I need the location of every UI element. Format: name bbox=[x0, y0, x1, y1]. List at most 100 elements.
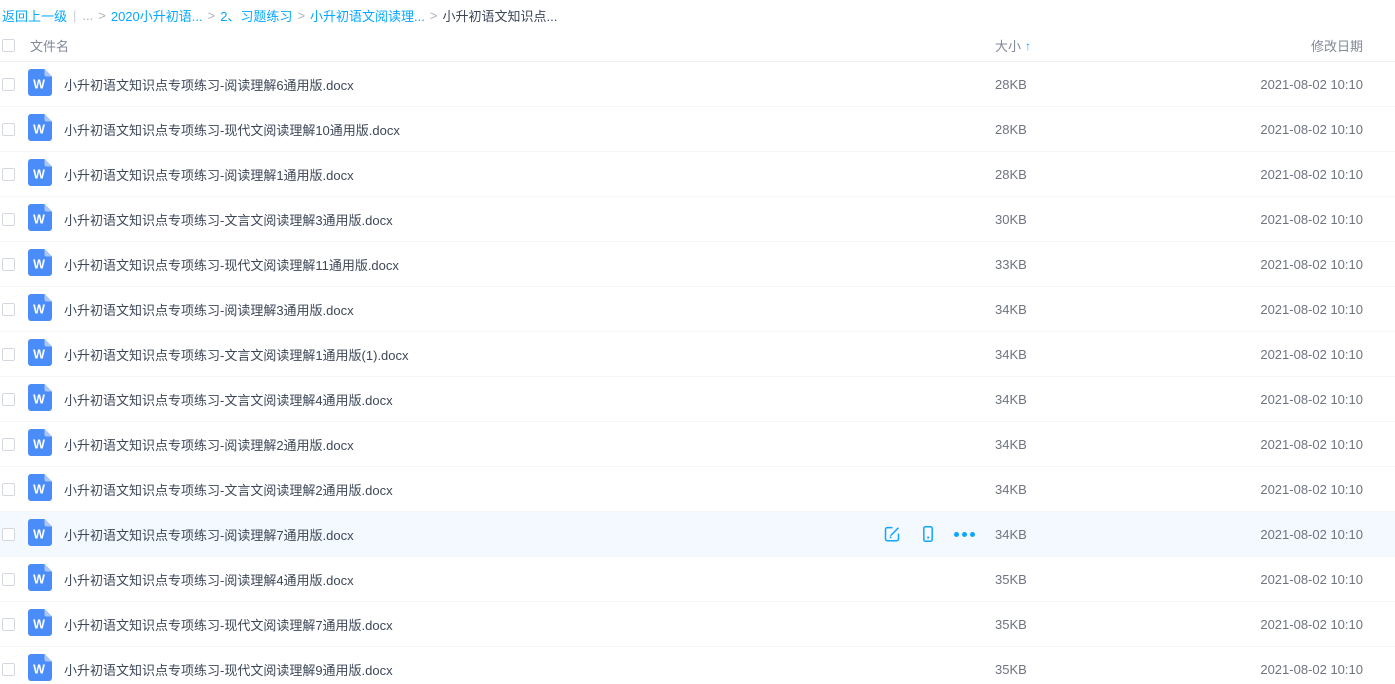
file-name[interactable]: 小升初语文知识点专项练习-文言文阅读理解4通用版.docx bbox=[64, 390, 393, 409]
row-checkbox[interactable] bbox=[2, 438, 15, 451]
file-name[interactable]: 小升初语文知识点专项练习-文言文阅读理解2通用版.docx bbox=[64, 480, 393, 499]
word-doc-icon: W bbox=[28, 249, 52, 279]
file-size: 34KB bbox=[995, 392, 1027, 407]
file-name[interactable]: 小升初语文知识点专项练习-文言文阅读理解1通用版(1).docx bbox=[64, 345, 409, 364]
file-row[interactable]: W 小升初语文知识点专项练习-文言文阅读理解1通用版(1).docx bbox=[0, 332, 1395, 377]
word-doc-icon: W bbox=[28, 654, 52, 684]
file-row[interactable]: W 小升初语文知识点专项练习-阅读理解6通用版.docx bbox=[0, 62, 1395, 107]
row-checkbox[interactable] bbox=[2, 618, 15, 631]
file-size: 28KB bbox=[995, 122, 1027, 137]
file-name[interactable]: 小升初语文知识点专项练习-阅读理解1通用版.docx bbox=[64, 165, 354, 184]
row-checkbox[interactable] bbox=[2, 483, 15, 496]
row-checkbox[interactable] bbox=[2, 393, 15, 406]
file-name[interactable]: 小升初语文知识点专项练习-现代文阅读理解9通用版.docx bbox=[64, 660, 393, 679]
file-row[interactable]: W 小升初语文知识点专项练习-阅读理解2通用版.docx bbox=[0, 422, 1395, 467]
breadcrumb-separator: > bbox=[430, 8, 438, 23]
file-modified-date: 2021-08-02 10:10 bbox=[1260, 122, 1363, 137]
column-header-date[interactable]: 修改日期 bbox=[1110, 36, 1395, 55]
file-row[interactable]: W 小升初语文知识点专项练习-阅读理解3通用版.docx bbox=[0, 287, 1395, 332]
row-checkbox[interactable] bbox=[2, 663, 15, 676]
breadcrumb-back-link[interactable]: 返回上一级 bbox=[2, 6, 67, 25]
select-all-checkbox[interactable] bbox=[2, 39, 15, 52]
sort-ascending-icon: ↑ bbox=[1025, 39, 1031, 53]
file-list: W 小升初语文知识点专项练习-阅读理解6通用版.docx bbox=[0, 62, 1395, 684]
file-modified-date: 2021-08-02 10:10 bbox=[1260, 77, 1363, 92]
svg-text:W: W bbox=[33, 258, 45, 272]
file-row[interactable]: W 小升初语文知识点专项练习-现代文阅读理解11通用版.docx bbox=[0, 242, 1395, 287]
file-name[interactable]: 小升初语文知识点专项练习-阅读理解2通用版.docx bbox=[64, 435, 354, 454]
svg-text:W: W bbox=[33, 303, 45, 317]
file-row[interactable]: W 小升初语文知识点专项练习-文言文阅读理解4通用版.docx bbox=[0, 377, 1395, 422]
row-checkbox[interactable] bbox=[2, 123, 15, 136]
svg-text:W: W bbox=[33, 438, 45, 452]
file-size: 33KB bbox=[995, 257, 1027, 272]
file-row[interactable]: W 小升初语文知识点专项练习-阅读理解7通用版.docx bbox=[0, 512, 1395, 557]
row-checkbox[interactable] bbox=[2, 573, 15, 586]
file-size: 35KB bbox=[995, 662, 1027, 677]
column-header-size[interactable]: 大小 ↑ bbox=[995, 36, 1110, 55]
file-name[interactable]: 小升初语文知识点专项练习-阅读理解4通用版.docx bbox=[64, 570, 354, 589]
row-checkbox[interactable] bbox=[2, 213, 15, 226]
file-size: 28KB bbox=[995, 77, 1027, 92]
file-name[interactable]: 小升初语文知识点专项练习-文言文阅读理解3通用版.docx bbox=[64, 210, 393, 229]
word-doc-icon: W bbox=[28, 519, 52, 549]
file-name[interactable]: 小升初语文知识点专项练习-现代文阅读理解10通用版.docx bbox=[64, 120, 400, 139]
file-size: 34KB bbox=[995, 347, 1027, 362]
svg-text:W: W bbox=[33, 393, 45, 407]
file-modified-date: 2021-08-02 10:10 bbox=[1260, 572, 1363, 587]
word-doc-icon: W bbox=[28, 69, 52, 99]
svg-text:W: W bbox=[33, 483, 45, 497]
file-name[interactable]: 小升初语文知识点专项练习-阅读理解7通用版.docx bbox=[64, 525, 354, 544]
file-size: 34KB bbox=[995, 302, 1027, 317]
word-doc-icon: W bbox=[28, 384, 52, 414]
file-row[interactable]: W 小升初语文知识点专项练习-现代文阅读理解7通用版.docx bbox=[0, 602, 1395, 647]
row-checkbox[interactable] bbox=[2, 348, 15, 361]
word-doc-icon: W bbox=[28, 159, 52, 189]
send-to-phone-icon[interactable] bbox=[919, 525, 937, 543]
file-modified-date: 2021-08-02 10:10 bbox=[1260, 617, 1363, 632]
file-name[interactable]: 小升初语文知识点专项练习-阅读理解3通用版.docx bbox=[64, 300, 354, 319]
word-doc-icon: W bbox=[28, 474, 52, 504]
row-checkbox[interactable] bbox=[2, 168, 15, 181]
breadcrumb-separator: > bbox=[297, 8, 305, 23]
word-doc-icon: W bbox=[28, 204, 52, 234]
svg-text:W: W bbox=[33, 123, 45, 137]
svg-text:W: W bbox=[33, 348, 45, 362]
row-checkbox[interactable] bbox=[2, 258, 15, 271]
file-size: 34KB bbox=[995, 482, 1027, 497]
file-name[interactable]: 小升初语文知识点专项练习-阅读理解6通用版.docx bbox=[64, 75, 354, 94]
file-name[interactable]: 小升初语文知识点专项练习-现代文阅读理解7通用版.docx bbox=[64, 615, 393, 634]
word-doc-icon: W bbox=[28, 114, 52, 144]
breadcrumb-link-3[interactable]: 小升初语文阅读理... bbox=[310, 6, 425, 25]
breadcrumb-separator: > bbox=[208, 8, 216, 23]
edit-icon[interactable] bbox=[883, 525, 901, 543]
row-checkbox[interactable] bbox=[2, 528, 15, 541]
svg-text:W: W bbox=[33, 573, 45, 587]
file-modified-date: 2021-08-02 10:10 bbox=[1260, 167, 1363, 182]
word-doc-icon: W bbox=[28, 564, 52, 594]
svg-text:W: W bbox=[33, 168, 45, 182]
file-size: 35KB bbox=[995, 572, 1027, 587]
file-size: 34KB bbox=[995, 437, 1027, 452]
more-icon[interactable] bbox=[955, 525, 973, 543]
svg-text:W: W bbox=[33, 78, 45, 92]
file-modified-date: 2021-08-02 10:10 bbox=[1260, 212, 1363, 227]
file-name[interactable]: 小升初语文知识点专项练习-现代文阅读理解11通用版.docx bbox=[64, 255, 399, 274]
word-doc-icon: W bbox=[28, 609, 52, 639]
row-checkbox[interactable] bbox=[2, 78, 15, 91]
file-row[interactable]: W 小升初语文知识点专项练习-现代文阅读理解10通用版.docx bbox=[0, 107, 1395, 152]
breadcrumb-current-folder: 小升初语文知识点... bbox=[442, 6, 557, 25]
file-size: 30KB bbox=[995, 212, 1027, 227]
column-header-filename[interactable]: 文件名 bbox=[28, 36, 995, 55]
file-row[interactable]: W 小升初语文知识点专项练习-文言文阅读理解2通用版.docx bbox=[0, 467, 1395, 512]
file-row[interactable]: W 小升初语文知识点专项练习-阅读理解1通用版.docx bbox=[0, 152, 1395, 197]
file-size: 28KB bbox=[995, 167, 1027, 182]
file-row[interactable]: W 小升初语文知识点专项练习-阅读理解4通用版.docx bbox=[0, 557, 1395, 602]
breadcrumb-ellipsis[interactable]: ... bbox=[82, 8, 93, 23]
breadcrumb-link-2[interactable]: 2、习题练习 bbox=[220, 6, 292, 25]
breadcrumb-link-1[interactable]: 2020小升初语... bbox=[111, 6, 203, 25]
file-row[interactable]: W 小升初语文知识点专项练习-现代文阅读理解9通用版.docx bbox=[0, 647, 1395, 684]
row-checkbox[interactable] bbox=[2, 303, 15, 316]
breadcrumb: 返回上一级 | ... > 2020小升初语... > 2、习题练习 > 小升初… bbox=[0, 0, 1395, 30]
file-row[interactable]: W 小升初语文知识点专项练习-文言文阅读理解3通用版.docx bbox=[0, 197, 1395, 242]
